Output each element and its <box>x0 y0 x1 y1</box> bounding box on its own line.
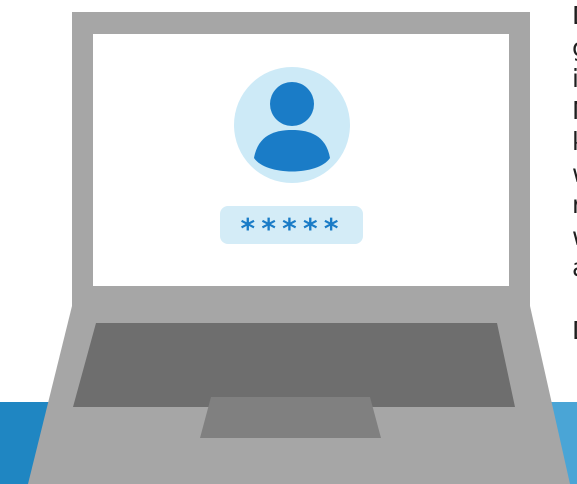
side-text-line: w <box>572 221 577 253</box>
trackpad[interactable] <box>200 397 381 438</box>
side-text-line: g <box>572 32 577 64</box>
side-text-line: N <box>572 95 577 127</box>
password-mask-text: ***** <box>239 212 343 245</box>
illustration-stage: ***** D g i N k w n w a D <box>0 0 577 484</box>
side-text-line: w <box>572 158 577 190</box>
side-text-line: D <box>572 315 577 347</box>
laptop-illustration: ***** <box>0 12 577 484</box>
side-text-column: D g i N k w n w a D <box>572 0 577 347</box>
keyboard <box>73 323 515 407</box>
side-text-line: i <box>572 64 577 93</box>
side-text-line: D <box>572 0 577 32</box>
side-text-line: k <box>572 126 577 158</box>
side-text-line: a <box>572 252 577 284</box>
side-text-line: n <box>572 189 577 221</box>
